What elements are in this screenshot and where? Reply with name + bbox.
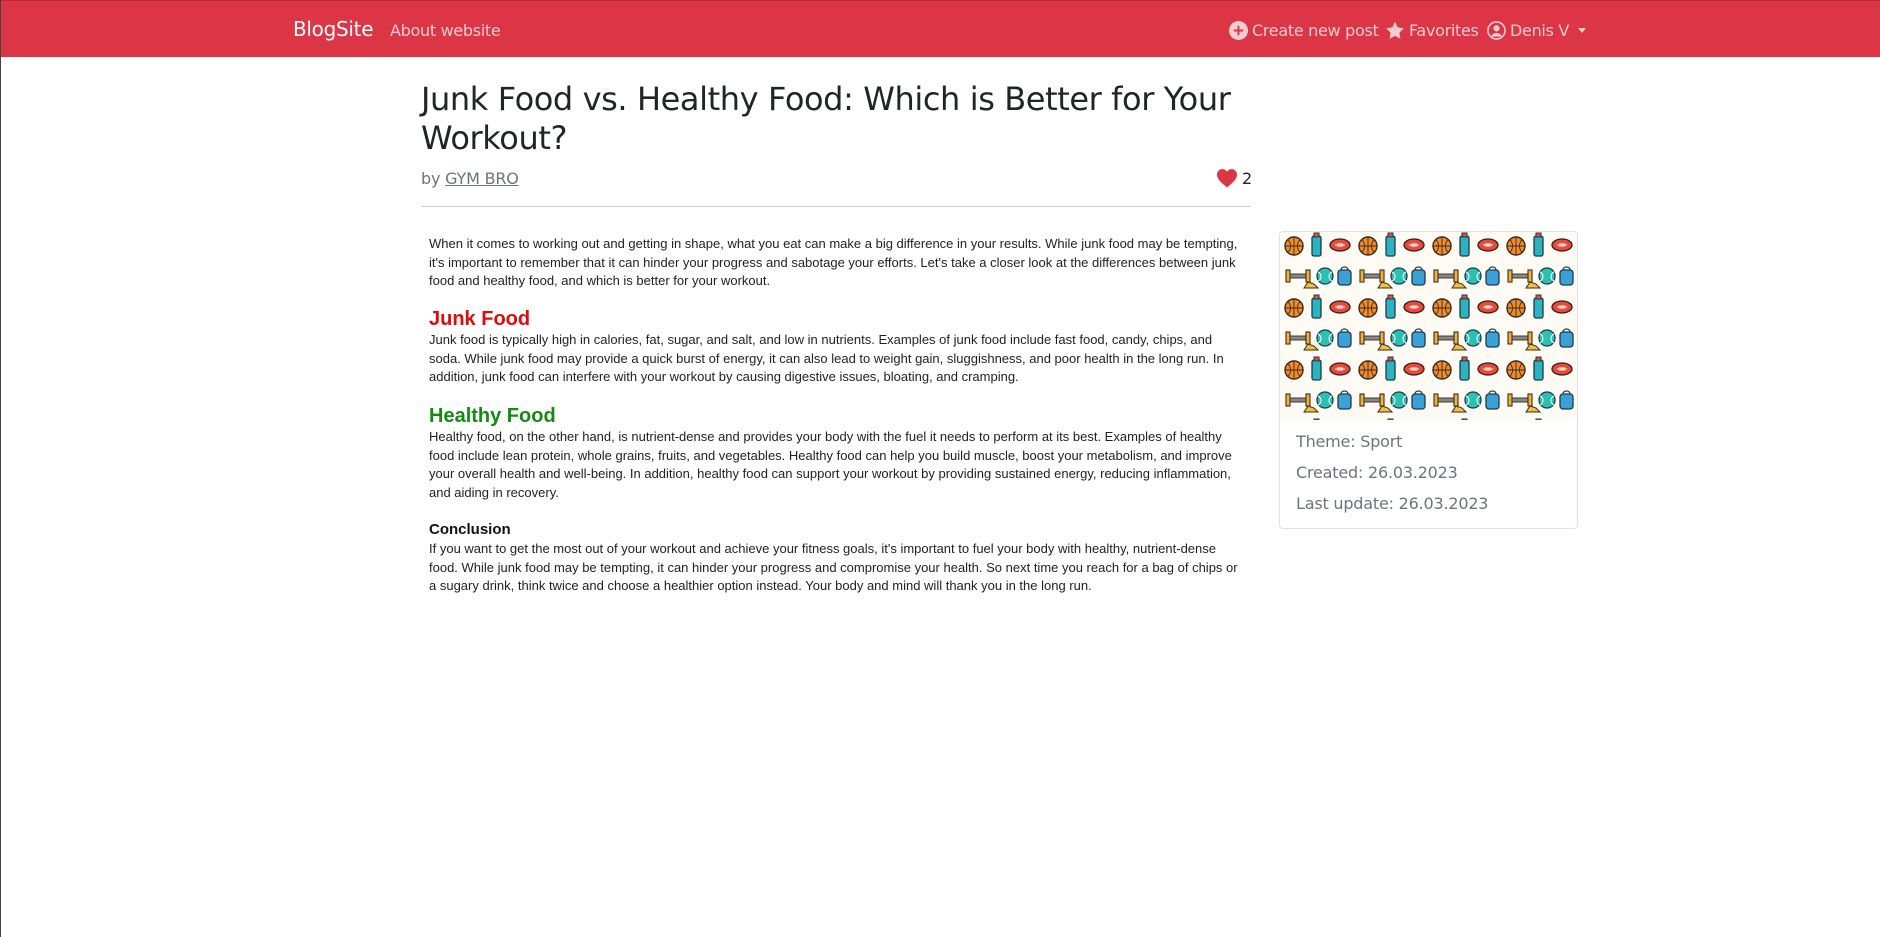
healthy-food-paragraph: Healthy food, on the other hand, is nutr… <box>429 429 1232 500</box>
author-link[interactable]: GYM BRO <box>445 169 519 188</box>
post-title: Junk Food vs. Healthy Food: Which is Bet… <box>421 80 1231 157</box>
conclusion-paragraph: If you want to get the most out of your … <box>429 541 1238 593</box>
create-post-label: Create new post <box>1252 21 1379 40</box>
like-count: 2 <box>1242 168 1253 188</box>
navbar: BlogSite About website Create new post F… <box>1 0 1880 57</box>
header-divider <box>421 206 1251 207</box>
create-post-link[interactable]: Create new post <box>1229 21 1379 40</box>
like-control[interactable]: 2 <box>1216 168 1252 188</box>
junk-food-paragraph: Junk food is typically high in calories,… <box>429 332 1224 384</box>
junk-food-heading: Junk Food <box>429 308 531 330</box>
star-icon <box>1386 21 1404 39</box>
theme-label: Theme: Sport <box>1296 432 1403 451</box>
plus-circle-icon <box>1229 21 1248 40</box>
healthy-food-heading: Healthy Food <box>429 405 556 427</box>
about-link[interactable]: About website <box>390 21 501 40</box>
sport-pattern-image <box>1280 232 1577 420</box>
intro-paragraph: When it comes to working out and getting… <box>429 236 1238 288</box>
user-circle-icon <box>1487 21 1506 40</box>
user-menu-toggle[interactable]: Denis V <box>1487 21 1587 40</box>
updated-date: Last update: 26.03.2023 <box>1296 494 1489 513</box>
heart-icon[interactable] <box>1216 168 1238 188</box>
byline-prefix: by <box>421 169 441 188</box>
post-byline: by GYM BRO <box>421 169 519 188</box>
brand-link[interactable]: BlogSite <box>293 17 374 41</box>
post-info-card: Theme: Sport Created: 26.03.2023 Last up… <box>1279 231 1578 529</box>
favorites-link[interactable]: Favorites <box>1385 21 1479 40</box>
user-name: Denis V <box>1510 21 1570 40</box>
created-date: Created: 26.03.2023 <box>1296 463 1458 482</box>
favorites-label: Favorites <box>1409 21 1479 40</box>
conclusion-heading: Conclusion <box>429 521 511 538</box>
chevron-down-icon <box>1578 28 1587 33</box>
